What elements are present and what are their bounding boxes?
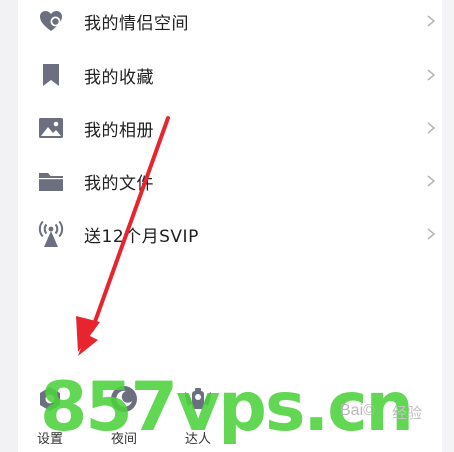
settings-button[interactable]: 设置 — [20, 378, 80, 448]
bottom-toolbar: 设置 夜间 达人 — [0, 372, 454, 452]
folder-icon — [38, 168, 64, 194]
menu-item-album[interactable]: 我的相册 — [18, 101, 442, 155]
menu-item-svip-gift[interactable]: 送12个月SVIP — [18, 207, 442, 261]
menu-item-label: 我的收藏 — [84, 67, 154, 88]
chevron-right-icon — [427, 175, 436, 187]
menu-item-label: 我的文件 — [84, 173, 154, 194]
chevron-right-icon — [427, 122, 436, 134]
night-mode-button[interactable]: 夜间 — [94, 378, 154, 448]
menu-item-label: 我的情侣空间 — [84, 13, 189, 34]
night-mode-label: 夜间 — [110, 432, 137, 447]
bookmark-icon — [38, 62, 64, 88]
moon-icon — [111, 386, 137, 412]
photo-icon — [38, 115, 64, 141]
settings-label: 设置 — [36, 432, 63, 447]
chevron-right-icon — [427, 228, 436, 240]
chevron-right-icon — [427, 15, 436, 27]
menu-item-label: 我的相册 — [84, 120, 154, 141]
expert-label: 达人 — [184, 432, 211, 447]
expert-badge-icon — [185, 388, 211, 409]
heart-icon — [38, 8, 64, 34]
chevron-right-icon — [427, 69, 436, 81]
broadcast-icon — [38, 220, 64, 247]
gear-icon — [40, 387, 60, 411]
menu-item-couple-space[interactable]: 我的情侣空间 — [18, 0, 442, 48]
menu-item-label: 送12个月SVIP — [84, 226, 199, 247]
expert-button[interactable]: 达人 — [168, 378, 228, 448]
menu-item-files[interactable]: 我的文件 — [18, 154, 442, 208]
menu-item-favorites[interactable]: 我的收藏 — [18, 48, 442, 102]
